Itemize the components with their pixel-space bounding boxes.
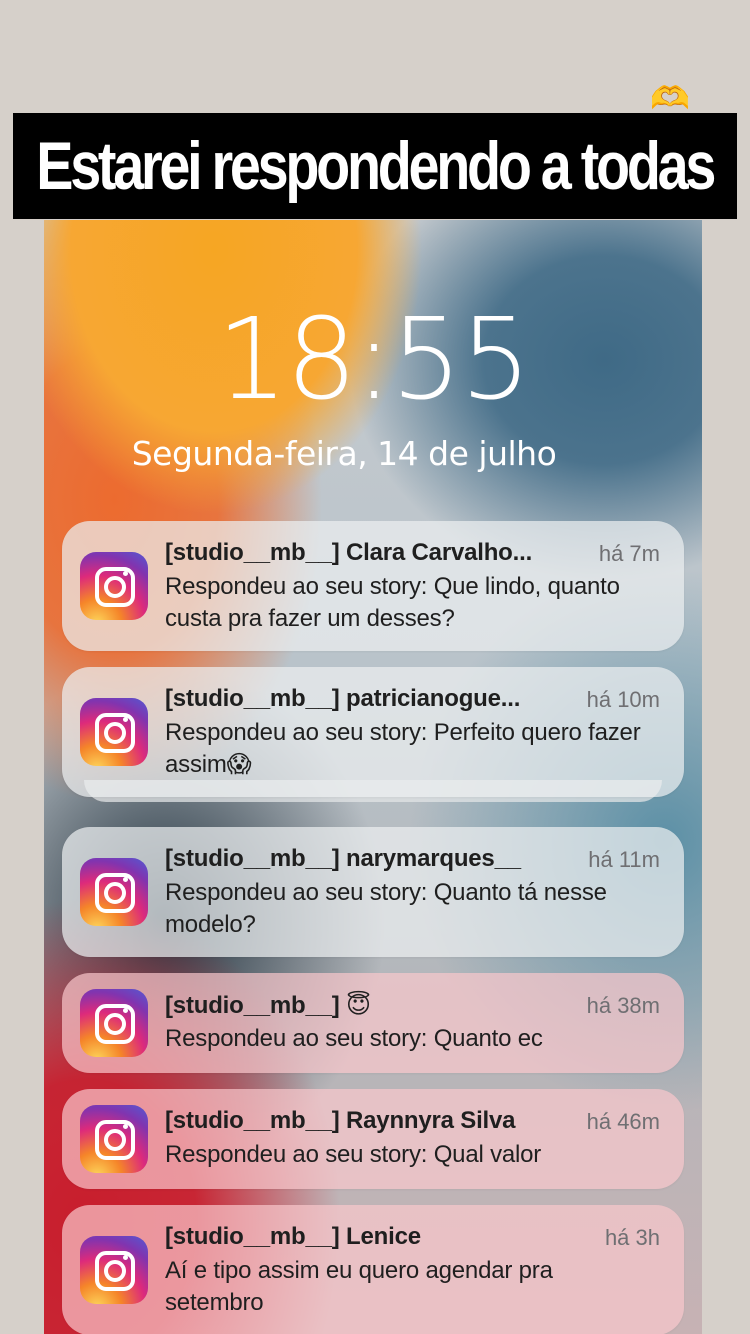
instagram-icon [80, 1236, 148, 1304]
instagram-icon [80, 858, 148, 926]
lockscreen: 18:55 Segunda-feira, 14 de julho [studio… [44, 220, 702, 1334]
notification-body: Respondeu ao seu story: Que lindo, quant… [165, 573, 620, 632]
notification-card[interactable]: [studio__mb__] narymarques__ há 11m Resp… [62, 827, 684, 957]
notification-time: há 11m [588, 847, 660, 872]
notification-time: há 7m [598, 541, 660, 566]
notification-body: Respondeu ao seu story: Perfeito quero f… [165, 719, 641, 778]
story-caption-banner: Estarei respondendo a todas [13, 113, 737, 219]
notification-title: [studio__mb__] patricianogue... [165, 685, 521, 712]
heart-hands-emoji: 🫶 [650, 79, 690, 117]
notification-title: [studio__mb__] narymarques__ [165, 845, 521, 872]
notification-body: Respondeu ao seu story: Qual valor [165, 1141, 542, 1168]
notification-title: [studio__mb__] Raynnyra Silva [165, 1107, 516, 1134]
lockscreen-date: Segunda-feira, 14 de julho [131, 434, 557, 473]
notification-card[interactable]: [studio__mb__] Raynnyra Silva há 46m Res… [62, 1089, 684, 1189]
instagram-icon [80, 698, 148, 766]
notification-card[interactable]: [studio__mb__] Lenice há 3h Aí e tipo as… [62, 1205, 684, 1334]
notification-body: Aí e tipo assim eu quero agendar pra set… [165, 1257, 553, 1316]
instagram-icon [80, 989, 148, 1057]
notification-card[interactable]: [studio__mb__] Clara Carvalho... há 7m R… [62, 521, 684, 651]
notification-time: há 38m [586, 993, 660, 1018]
instagram-icon [80, 1105, 148, 1173]
instagram-icon [80, 552, 148, 620]
banner-text: Estarei respondendo a todas [36, 128, 717, 204]
notification-title: [studio__mb__] 😇 [165, 992, 371, 1019]
notification-body: Respondeu ao seu story: Quanto tá nesse … [165, 879, 607, 938]
notification-body: Respondeu ao seu story: Quanto ec [165, 1025, 543, 1052]
notification-time: há 46m [586, 1109, 660, 1134]
notification-title: [studio__mb__] Clara Carvalho... [165, 539, 533, 566]
notification-card[interactable]: [studio__mb__] 😇 há 38m Respondeu ao seu… [62, 973, 684, 1073]
notification-time: há 10m [586, 687, 660, 712]
notification-card[interactable]: [studio__mb__] patricianogue... há 10m R… [62, 667, 684, 797]
notification-time: há 3h [604, 1225, 660, 1250]
lockscreen-time: 18:55 [216, 295, 532, 425]
notification-title: [studio__mb__] Lenice [165, 1223, 421, 1250]
